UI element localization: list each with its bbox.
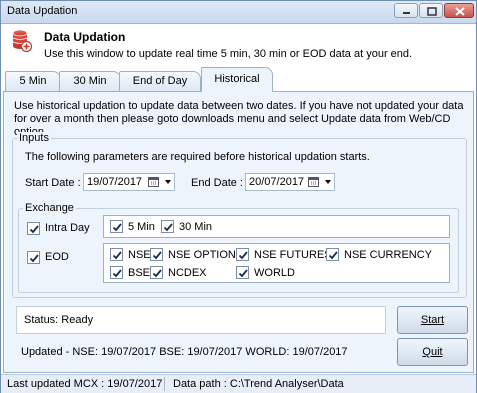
- status-text: Status: Ready: [24, 314, 94, 326]
- eod-ncdex-checkbox[interactable]: [150, 266, 163, 279]
- check-icon: [163, 223, 173, 232]
- check-icon: [29, 225, 39, 234]
- last-updated-mcx: Last updated MCX : 19/07/2017: [7, 378, 163, 390]
- check-icon: [152, 269, 162, 278]
- close-button[interactable]: [444, 3, 474, 18]
- close-icon: [455, 7, 465, 16]
- tab-end-of-day[interactable]: End of Day: [119, 71, 201, 91]
- eod-nse-options-checkbox[interactable]: [150, 248, 163, 261]
- eod-nse-futures-label: NSE FUTURES: [254, 249, 332, 261]
- header-banner: Data Updation Use this window to update …: [1, 24, 476, 66]
- check-icon: [112, 251, 122, 260]
- intraday-label: Intra Day: [45, 222, 90, 234]
- intraday-options-box: 5 Min 30 Min: [103, 215, 450, 238]
- data-updation-window: Data Updation Data Updation Use this win…: [0, 0, 477, 393]
- tab-30-min[interactable]: 30 Min: [59, 71, 121, 91]
- eod-nse-checkbox[interactable]: [110, 248, 123, 261]
- updated-dates-text: Updated - NSE: 19/07/2017 BSE: 19/07/201…: [21, 346, 348, 358]
- intraday-30min-checkbox[interactable]: [161, 220, 174, 233]
- header-subtitle: Use this window to update real time 5 mi…: [44, 48, 413, 60]
- database-refresh-icon: [12, 29, 33, 53]
- status-bar-divider: [164, 377, 165, 391]
- intraday-30min-label: 30 Min: [179, 221, 213, 233]
- intraday-5min-label: 5 Min: [128, 221, 155, 233]
- check-icon: [112, 223, 122, 232]
- maximize-button[interactable]: [419, 3, 443, 18]
- historical-panel: Use historical updation to update data b…: [3, 91, 474, 373]
- chevron-down-icon[interactable]: [165, 180, 171, 184]
- calendar-icon[interactable]: [148, 176, 159, 187]
- tab-historical[interactable]: Historical: [201, 67, 273, 92]
- tab-strip: 5 Min 30 Min End of Day Historical: [1, 67, 476, 92]
- eod-checkbox[interactable]: [27, 251, 40, 264]
- tab-5-min[interactable]: 5 Min: [5, 71, 61, 91]
- status-bar: Last updated MCX : 19/07/2017 Data path …: [1, 374, 476, 393]
- eod-nse-currency-label: NSE CURRENCY: [344, 249, 433, 261]
- inputs-note: The following parameters are required be…: [25, 151, 370, 163]
- eod-label: EOD: [45, 251, 69, 263]
- minimize-icon: [403, 12, 410, 14]
- inputs-legend: Inputs: [17, 132, 51, 144]
- exchange-legend: Exchange: [23, 202, 76, 214]
- eod-world-label: WORLD: [254, 267, 295, 279]
- title-bar[interactable]: Data Updation: [1, 1, 476, 24]
- end-date-picker[interactable]: 20/07/2017: [245, 173, 335, 191]
- inputs-group: Inputs The following parameters are requ…: [12, 132, 467, 298]
- data-path: Data path : C:\Trend Analyser\Data: [173, 378, 344, 390]
- historical-info-text: Use historical updation to update data b…: [14, 100, 464, 138]
- eod-bse-checkbox[interactable]: [110, 266, 123, 279]
- eod-options-box: NSE NSE OPTIONS NSE FUTURES NSE CURRENCY…: [103, 243, 450, 283]
- start-date-label: Start Date :: [25, 177, 81, 189]
- check-icon: [152, 251, 162, 260]
- status-box: Status: Ready: [16, 306, 386, 334]
- eod-world-checkbox[interactable]: [236, 266, 249, 279]
- intraday-5min-checkbox[interactable]: [110, 220, 123, 233]
- start-date-picker[interactable]: 19/07/2017: [83, 173, 175, 191]
- check-icon: [112, 269, 122, 278]
- minimize-button[interactable]: [394, 3, 418, 18]
- check-icon: [328, 251, 338, 260]
- eod-bse-label: BSE: [128, 267, 151, 279]
- intraday-checkbox[interactable]: [27, 222, 40, 235]
- eod-nse-currency-checkbox[interactable]: [326, 248, 339, 261]
- start-button[interactable]: Start: [397, 306, 468, 334]
- quit-button[interactable]: Quit: [397, 338, 468, 366]
- end-date-label: End Date :: [191, 177, 243, 189]
- window-title: Data Updation: [7, 5, 78, 17]
- calendar-icon[interactable]: [308, 176, 319, 187]
- chevron-down-icon[interactable]: [325, 180, 331, 184]
- check-icon: [238, 251, 248, 260]
- exchange-group: Exchange Intra Day 5 Min 30 Min EOD NSE …: [18, 202, 459, 293]
- start-date-value: 19/07/2017: [87, 176, 143, 188]
- eod-ncdex-label: NCDEX: [168, 267, 207, 279]
- eod-nse-futures-checkbox[interactable]: [236, 248, 249, 261]
- header-title: Data Updation: [44, 30, 126, 44]
- end-date-value: 20/07/2017: [249, 176, 305, 188]
- eod-nse-options-label: NSE OPTIONS: [168, 249, 244, 261]
- eod-nse-label: NSE: [128, 249, 151, 261]
- check-icon: [238, 269, 248, 278]
- check-icon: [29, 254, 39, 263]
- maximize-icon: [427, 7, 437, 16]
